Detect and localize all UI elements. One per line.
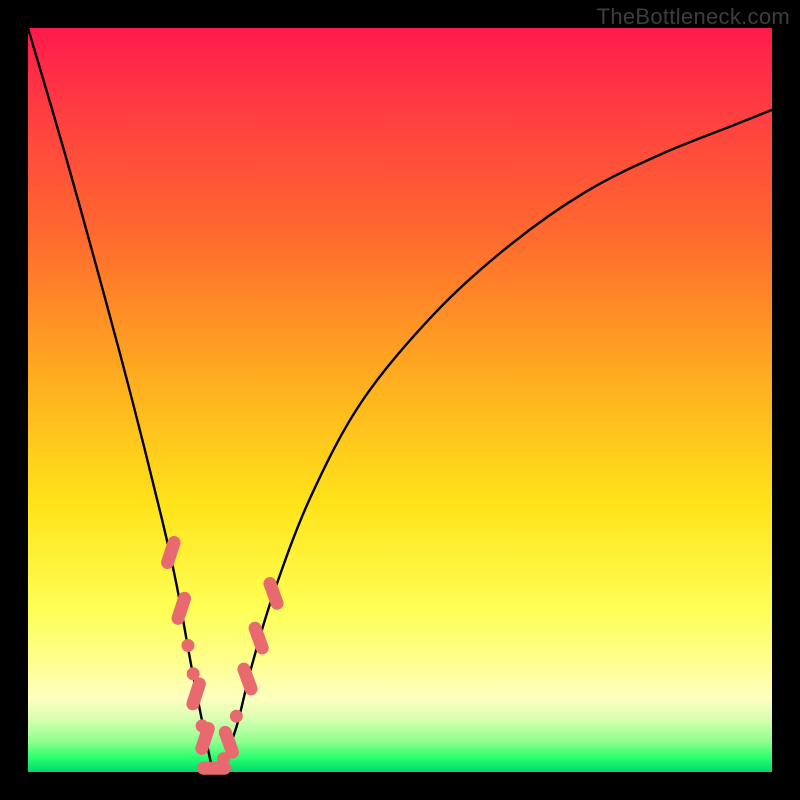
chart-frame: TheBottleneck.com	[0, 0, 800, 800]
curve-marker	[247, 620, 271, 656]
curve-marker	[181, 639, 194, 652]
curve-marker	[230, 710, 243, 723]
curve-marker	[236, 661, 260, 697]
plot-area	[28, 28, 772, 772]
curve-marker	[170, 590, 193, 626]
curve-marker	[159, 534, 182, 570]
curve-marker	[185, 676, 208, 712]
bottleneck-curve-line	[28, 28, 772, 773]
chart-svg	[28, 28, 772, 772]
watermark-text: TheBottleneck.com	[597, 4, 790, 30]
curve-markers	[159, 534, 285, 774]
curve-marker	[262, 575, 286, 611]
